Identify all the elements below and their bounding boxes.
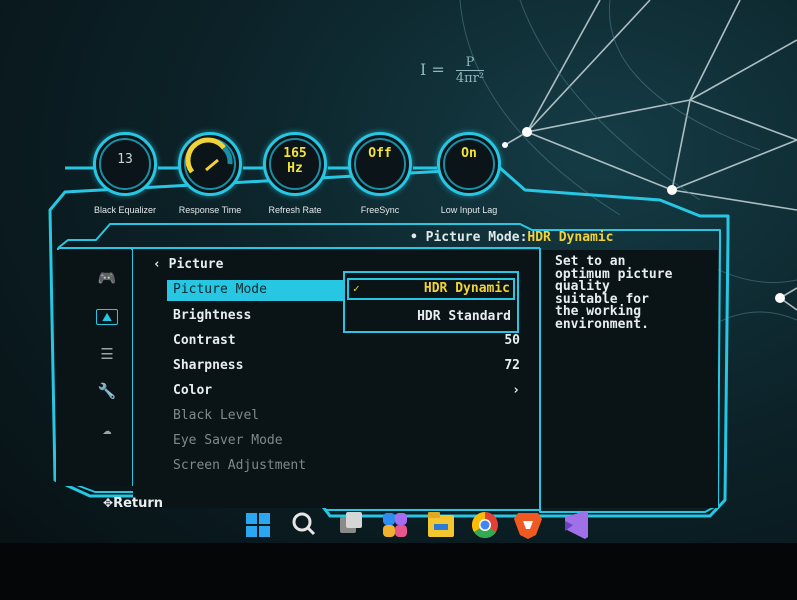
checkmark-icon: ✓ — [353, 282, 360, 295]
chevron-right-icon: › — [512, 383, 520, 398]
option-label: HDR Dynamic — [423, 281, 510, 296]
menu-item-label: Picture Mode — [173, 282, 267, 297]
refresh-rate-value: 165 Hz — [263, 146, 327, 176]
visual-studio-icon[interactable] — [565, 511, 588, 539]
windows-start-icon[interactable] — [246, 513, 270, 537]
freesync-label: FreeSync — [360, 205, 400, 215]
return-button[interactable]: ✥Return — [103, 496, 163, 511]
wrench-icon[interactable]: 🔧 — [96, 382, 118, 400]
black-equalizer-value: 13 — [117, 152, 133, 167]
monitor-bezel — [0, 543, 797, 600]
cloud-icon[interactable]: ☁ — [96, 420, 118, 438]
menu-item-eye-saver-mode: Eye Saver Mode — [167, 431, 539, 452]
menu-item-label: Sharpness — [173, 358, 244, 373]
status-value: HDR Dynamic — [527, 230, 614, 245]
status-prefix: • Picture Mode: — [410, 230, 528, 245]
menu-item-label: Screen Adjustment — [173, 458, 307, 473]
help-description: Set to an optimum picture quality suitab… — [555, 254, 673, 332]
search-icon[interactable] — [292, 512, 316, 536]
low-input-lag-label: Low Input Lag — [440, 205, 498, 215]
option-hdr-standard[interactable]: HDR Standard — [347, 306, 515, 328]
option-hdr-dynamic[interactable]: ✓ HDR Dynamic — [347, 278, 515, 300]
monitor-screen: I = P 4πr² 13 Black Equalizer Response T… — [0, 0, 797, 600]
option-label: HDR Standard — [417, 309, 511, 324]
menu-item-color[interactable]: Color › — [167, 381, 539, 402]
menu-item-screen-adjustment: Screen Adjustment — [167, 456, 539, 477]
menu-item-label: Black Level — [173, 408, 260, 423]
menu-item-contrast[interactable]: Contrast 50 — [167, 331, 539, 352]
picture-mode-status: • Picture Mode:HDR Dynamic — [410, 230, 614, 245]
file-explorer-icon[interactable] — [428, 512, 454, 537]
return-label: Return — [113, 496, 164, 511]
low-input-lag-value: On — [461, 146, 477, 161]
menu-item-label: Color — [173, 383, 213, 398]
menu-item-black-level: Black Level — [167, 406, 539, 427]
chrome-icon[interactable] — [471, 511, 498, 539]
taskbar — [240, 505, 600, 541]
menu-item-label: Brightness — [173, 308, 252, 323]
copilot-icon[interactable] — [383, 513, 407, 537]
picture-icon[interactable]: ⛰ — [96, 309, 118, 325]
taskbar-icons — [246, 511, 588, 539]
brave-icon[interactable] — [514, 513, 542, 539]
sliders-icon[interactable]: ☰ — [96, 345, 118, 363]
picture-mode-dropdown[interactable]: ✓ HDR Dynamic HDR Standard — [343, 271, 519, 333]
menu-item-value: 72 — [504, 358, 520, 373]
menu-item-sharpness[interactable]: Sharpness 72 — [167, 356, 539, 377]
menu-item-label: Contrast — [173, 333, 236, 348]
refresh-rate-unit: Hz — [287, 161, 303, 176]
freesync-value: Off — [368, 146, 392, 161]
game-icon[interactable]: 🎮 — [96, 269, 118, 287]
menu-item-value: 50 — [504, 333, 520, 348]
breadcrumb[interactable]: ‹ Picture — [153, 257, 223, 272]
refresh-rate-number: 165 — [283, 146, 307, 161]
menu-item-label: Eye Saver Mode — [173, 433, 283, 448]
task-view-icon[interactable] — [340, 512, 362, 533]
response-time-dial-icon — [185, 137, 233, 174]
joystick-icon: ✥ — [103, 496, 114, 510]
